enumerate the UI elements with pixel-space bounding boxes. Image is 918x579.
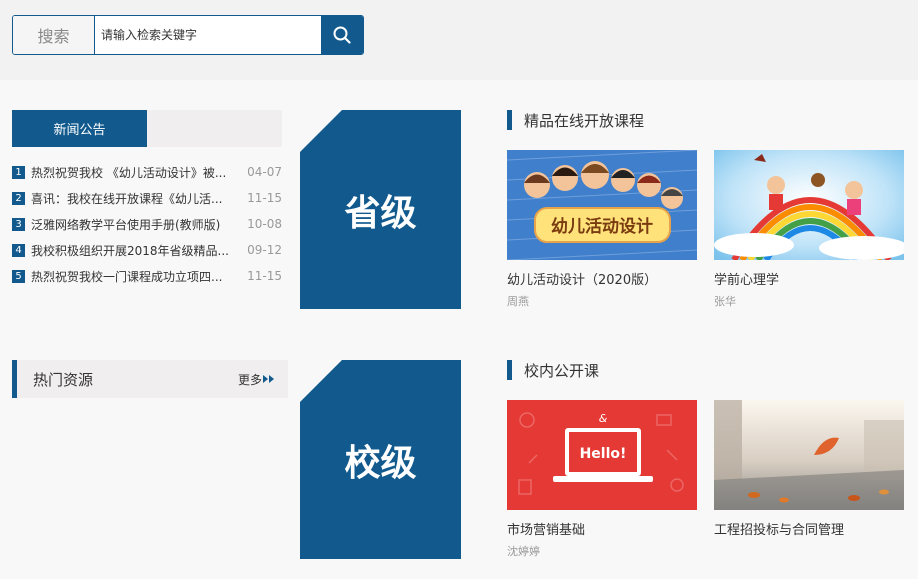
course-card[interactable]: 工程招投标与合同管理	[714, 400, 904, 557]
news-number: 3	[12, 217, 25, 231]
news-title[interactable]: 泛雅网络教学平台使用手册(教师版)	[31, 216, 232, 233]
hot-resources-title: 热门资源	[33, 370, 94, 389]
news-number: 4	[12, 243, 25, 257]
course-thumbnail[interactable]	[714, 150, 904, 260]
search-icon	[333, 26, 351, 44]
news-item[interactable]: 4 我校积极组织开展2018年省级精品... 09-12	[12, 237, 282, 263]
course-teacher: 张华	[714, 295, 736, 308]
course-thumb-text: 幼儿活动设计	[551, 216, 653, 237]
course-card[interactable]: 幼儿活动设计 幼儿活动设计（2020版） 周燕	[507, 150, 697, 308]
section-title-provincial: 精品在线开放课程	[507, 110, 644, 130]
search-box: 搜索	[12, 15, 364, 55]
news-title[interactable]: 热烈祝贺我校一门课程成功立项四...	[31, 268, 232, 285]
news-list: 1 热烈祝贺我校 《幼儿活动设计》被... 04-07 2 喜讯：我校在线开放课…	[12, 159, 282, 289]
news-number: 2	[12, 191, 25, 205]
course-name[interactable]: 学前心理学	[714, 269, 904, 288]
course-name[interactable]: 幼儿活动设计（2020版）	[507, 269, 697, 288]
news-date: 10-08	[247, 217, 282, 231]
more-link[interactable]: 更多	[238, 371, 276, 388]
search-input[interactable]	[95, 16, 321, 54]
news-date: 04-07	[247, 165, 282, 179]
svg-text:&: &	[599, 412, 608, 425]
news-header: 新闻公告	[12, 110, 282, 147]
provincial-level-block[interactable]: 省级	[300, 110, 461, 309]
search-label: 搜索	[13, 16, 95, 54]
news-number: 1	[12, 165, 25, 179]
news-title[interactable]: 喜讯：我校在线开放课程《幼儿活...	[31, 190, 232, 207]
news-item[interactable]: 3 泛雅网络教学平台使用手册(教师版) 10-08	[12, 211, 282, 237]
hot-resources-header: 热门资源 更多	[12, 360, 288, 398]
top-bar: 搜索	[0, 0, 918, 80]
school-level-block[interactable]: 校级	[300, 360, 461, 559]
news-item[interactable]: 2 喜讯：我校在线开放课程《幼儿活... 11-15	[12, 185, 282, 211]
course-thumbnail[interactable]: & Hello!	[507, 400, 697, 510]
news-title[interactable]: 热烈祝贺我校 《幼儿活动设计》被...	[31, 164, 232, 181]
course-thumbnail[interactable]	[714, 400, 904, 510]
news-panel: 新闻公告 1 热烈祝贺我校 《幼儿活动设计》被... 04-07 2 喜讯：我校…	[12, 110, 282, 289]
course-name[interactable]: 市场营销基础	[507, 519, 697, 538]
course-thumb-text: Hello!	[580, 446, 627, 462]
section-title-school: 校内公开课	[507, 360, 599, 380]
course-teacher: 周燕	[507, 295, 529, 308]
course-card[interactable]: 学前心理学 张华	[714, 150, 904, 308]
news-date: 09-12	[247, 243, 282, 257]
news-number: 5	[12, 269, 25, 283]
course-name[interactable]: 工程招投标与合同管理	[714, 519, 904, 538]
tab-news[interactable]: 新闻公告	[12, 110, 147, 147]
news-item[interactable]: 5 热烈祝贺我校一门课程成功立项四... 11-15	[12, 263, 282, 289]
search-button[interactable]	[321, 16, 363, 54]
news-date: 11-15	[247, 269, 282, 283]
news-date: 11-15	[247, 191, 282, 205]
double-arrow-right-icon	[263, 375, 274, 383]
course-card[interactable]: & Hello! 市场营销基础 沈婷婷	[507, 400, 697, 558]
course-thumbnail[interactable]: 幼儿活动设计	[507, 150, 697, 260]
course-teacher: 沈婷婷	[507, 545, 540, 558]
course-teacher	[714, 543, 904, 557]
news-title[interactable]: 我校积极组织开展2018年省级精品...	[31, 242, 232, 259]
more-label: 更多	[237, 372, 262, 387]
news-item[interactable]: 1 热烈祝贺我校 《幼儿活动设计》被... 04-07	[12, 159, 282, 185]
